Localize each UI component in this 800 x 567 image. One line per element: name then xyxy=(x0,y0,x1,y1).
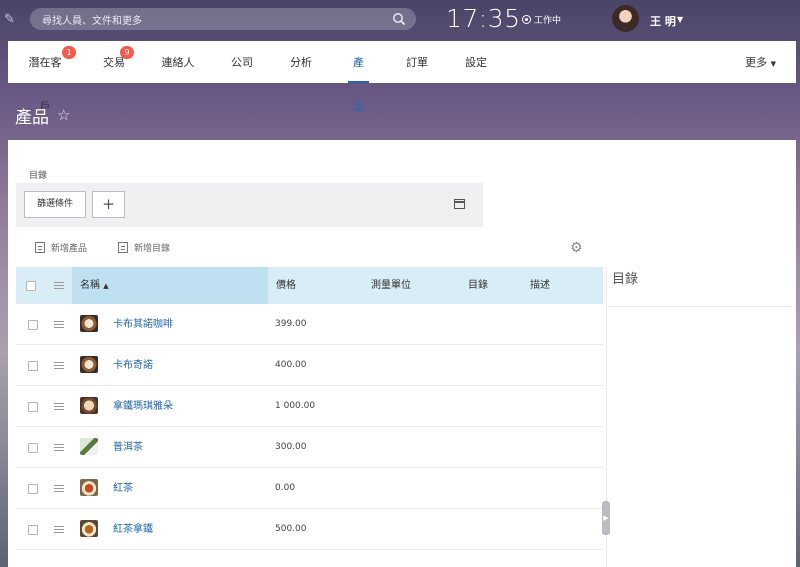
chevron-down-icon: ▼ xyxy=(770,60,776,68)
new-product-label: 新增產品 xyxy=(51,244,88,254)
column-unit[interactable]: 測量單位 xyxy=(371,267,411,304)
column-catalog[interactable]: 目錄 xyxy=(468,267,488,304)
filter-button[interactable]: 篩選條件 xyxy=(24,191,86,218)
add-filter-button[interactable]: + xyxy=(92,191,125,218)
product-thumbnail xyxy=(80,520,98,537)
row-checkbox[interactable] xyxy=(28,525,38,535)
product-price: 1 000.00 xyxy=(275,401,316,411)
tab-label: 交易 xyxy=(103,56,125,69)
user-name[interactable]: 王 明 xyxy=(650,13,676,29)
product-name-link[interactable]: 拿鐵瑪琪雅朵 xyxy=(113,386,173,427)
status-icon xyxy=(522,15,531,24)
product-name-link[interactable]: 紅茶 xyxy=(113,468,133,509)
new-catalog-action[interactable]: 新增目錄 xyxy=(118,241,170,254)
product-price: 500.00 xyxy=(275,524,307,534)
product-price: 0.00 xyxy=(275,483,296,493)
tab-label: 設定 xyxy=(465,56,487,69)
row-checkbox[interactable] xyxy=(28,484,38,494)
row-menu-icon[interactable] xyxy=(54,403,64,410)
tab-orders[interactable]: 訂單 xyxy=(405,41,429,83)
main-nav-tabs: 潛在客戶 1 交易 9 連絡人 公司 分析 產品 訂單 設定 更多 ▼ xyxy=(8,41,796,113)
divider xyxy=(608,306,792,307)
tab-label: 訂單 xyxy=(406,56,428,69)
top-bar: ✎ 尋找人員、文件和更多 17:35 工作中 王 明 ▼ xyxy=(0,0,800,40)
page-title: 產品 xyxy=(15,108,49,128)
column-description[interactable]: 描述 xyxy=(530,267,550,304)
tab-leads[interactable]: 潛在客戶 xyxy=(24,41,66,113)
row-menu-icon[interactable] xyxy=(54,526,64,533)
tab-label: 分析 xyxy=(290,56,312,69)
row-menu-icon[interactable] xyxy=(54,362,64,369)
row-checkbox[interactable] xyxy=(28,443,38,453)
table-header: 名稱 ▲ 價格 測量單位 目錄 描述 xyxy=(16,267,603,304)
product-name-link[interactable]: 卡布其諾咖啡 xyxy=(113,304,173,345)
add-folder-icon xyxy=(118,242,128,253)
tab-label: 產品 xyxy=(353,56,364,113)
product-name-link[interactable]: 普洱茶 xyxy=(113,427,143,468)
work-status-label: 工作中 xyxy=(534,16,562,26)
column-price[interactable]: 價格 xyxy=(276,267,296,304)
filter-area: 篩選條件 + xyxy=(16,183,483,227)
tab-settings[interactable]: 設定 xyxy=(464,41,488,83)
product-thumbnail xyxy=(80,438,98,455)
table-row[interactable]: 紅茶 0.00 xyxy=(16,468,603,509)
table-row[interactable]: 普洱茶 300.00 xyxy=(16,427,603,468)
select-all-checkbox[interactable] xyxy=(26,281,36,291)
search-bar[interactable]: 尋找人員、文件和更多 xyxy=(30,8,416,30)
clock: 17:35 xyxy=(446,4,521,33)
product-price: 399.00 xyxy=(275,319,307,329)
row-menu-icon[interactable] xyxy=(54,485,64,492)
row-checkbox[interactable] xyxy=(28,361,38,371)
product-thumbnail xyxy=(80,397,98,414)
more-label: 更多 xyxy=(745,56,768,69)
sort-ascending-icon: ▲ xyxy=(103,282,109,290)
search-input[interactable]: 尋找人員、文件和更多 xyxy=(42,12,142,27)
tab-contacts[interactable]: 連絡人 xyxy=(161,41,195,83)
collapse-panel-handle[interactable]: ▶ xyxy=(602,501,610,535)
star-icon[interactable]: ☆ xyxy=(57,106,70,124)
document-icon xyxy=(35,242,45,253)
tab-companies[interactable]: 公司 xyxy=(230,41,254,83)
new-catalog-label: 新增目錄 xyxy=(134,244,171,254)
work-status[interactable]: 工作中 xyxy=(522,13,561,26)
tab-analytics[interactable]: 分析 xyxy=(289,41,313,83)
tab-products[interactable]: 產品 xyxy=(348,41,369,113)
column-settings-icon[interactable] xyxy=(54,282,64,289)
window-icon[interactable] xyxy=(454,199,465,209)
row-checkbox[interactable] xyxy=(28,320,38,330)
pencil-icon[interactable]: ✎ xyxy=(4,12,15,27)
main-panel: 目錄 篩選條件 + 新增產品 新增目錄 ⚙ 名稱 ▲ 價格 測量單位 目錄 描述… xyxy=(8,140,796,567)
table-row[interactable]: 紅茶拿鐵 500.00 xyxy=(16,509,603,550)
search-icon[interactable] xyxy=(392,12,406,26)
product-thumbnail xyxy=(80,315,98,332)
product-thumbnail xyxy=(80,356,98,373)
new-product-action[interactable]: 新增產品 xyxy=(35,241,87,254)
product-name-link[interactable]: 紅茶拿鐵 xyxy=(113,509,153,550)
leads-count-badge: 1 xyxy=(62,46,76,59)
avatar[interactable] xyxy=(612,5,639,32)
gear-icon[interactable]: ⚙ xyxy=(570,240,583,256)
tab-label: 連絡人 xyxy=(161,56,195,69)
column-name[interactable]: 名稱 ▲ xyxy=(80,267,109,305)
catalog-section-label: 目錄 xyxy=(29,171,48,181)
more-menu[interactable]: 更多 ▼ xyxy=(745,41,776,86)
table-row[interactable]: 拿鐵瑪琪雅朵 1 000.00 xyxy=(16,386,603,427)
deals-count-badge: 9 xyxy=(120,46,134,59)
chevron-down-icon[interactable]: ▼ xyxy=(677,15,683,24)
catalog-panel-title: 目錄 xyxy=(612,272,639,287)
table-row[interactable]: 卡布其諾咖啡 399.00 xyxy=(16,304,603,345)
tab-label: 公司 xyxy=(231,56,253,69)
row-menu-icon[interactable] xyxy=(54,444,64,451)
table-row[interactable]: 卡布奇諾 400.00 xyxy=(16,345,603,386)
product-price: 300.00 xyxy=(275,442,307,452)
column-name-label: 名稱 xyxy=(80,280,100,291)
product-thumbnail xyxy=(80,479,98,496)
product-name-link[interactable]: 卡布奇諾 xyxy=(113,345,153,386)
row-checkbox[interactable] xyxy=(28,402,38,412)
product-price: 400.00 xyxy=(275,360,307,370)
row-menu-icon[interactable] xyxy=(54,321,64,328)
